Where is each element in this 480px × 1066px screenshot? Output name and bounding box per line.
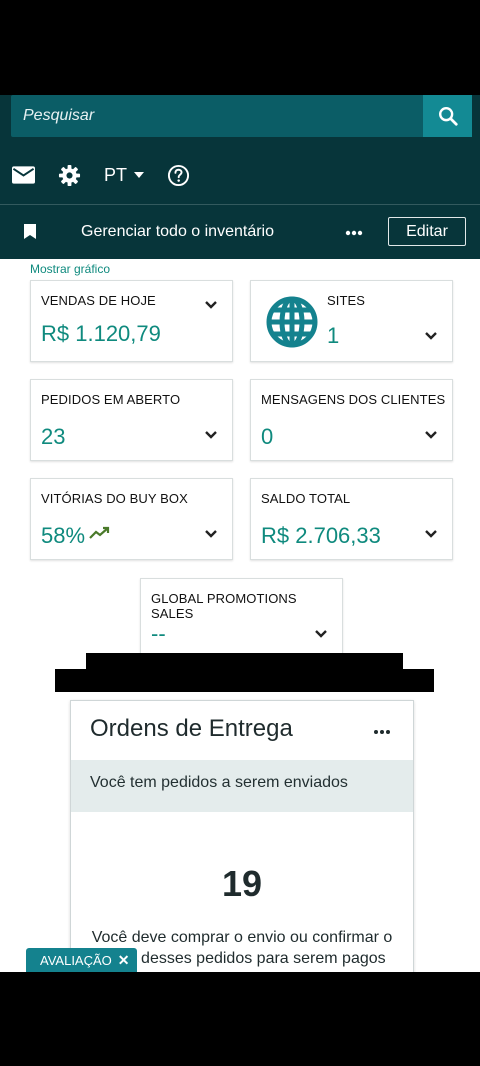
delivery-orders-panel: Ordens de Entrega Você tem pedidos a ser… xyxy=(70,700,414,972)
help-icon xyxy=(167,164,190,186)
chevron-down-icon[interactable] xyxy=(424,331,438,341)
chevron-down-icon[interactable] xyxy=(204,529,218,539)
card-title: MENSAGENS DOS CLIENTES xyxy=(261,392,446,407)
open-orders-card[interactable]: PEDIDOS EM ABERTO 23 xyxy=(30,379,233,461)
notice-text: Você tem pedidos a serem enviados xyxy=(90,774,348,791)
trending-up-icon xyxy=(89,526,110,539)
redaction-bar xyxy=(55,669,434,692)
edit-button[interactable]: Editar xyxy=(388,217,466,246)
customer-messages-card[interactable]: MENSAGENS DOS CLIENTES 0 xyxy=(250,379,453,461)
card-title: PEDIDOS EM ABERTO xyxy=(41,392,181,407)
show-chart-link[interactable]: Mostrar gráfico xyxy=(30,262,110,276)
search-input[interactable] xyxy=(11,95,423,137)
feedback-tab[interactable]: AVALIAÇÃO ✕ xyxy=(26,948,137,972)
card-value: 58% xyxy=(41,523,86,548)
card-value: 0 xyxy=(261,424,274,449)
chevron-down-icon[interactable] xyxy=(204,430,218,440)
card-title: GLOBAL PROMOTIONS SALES xyxy=(151,591,297,621)
search-bar xyxy=(11,95,472,137)
card-value: R$ 2.706,33 xyxy=(261,523,381,548)
help-button[interactable] xyxy=(167,157,190,193)
notice-strip: Você tem pedidos a serem enviados xyxy=(71,760,413,812)
card-title: SITES xyxy=(327,293,366,308)
today-sales-card[interactable]: VENDAS DE HOJE R$ 1.120,79 xyxy=(30,280,233,362)
app-header: PT Gerenciar todo o inventário xyxy=(0,95,480,259)
gear-icon xyxy=(58,164,81,186)
close-icon[interactable]: ✕ xyxy=(118,952,130,968)
sites-card[interactable]: SITES 1 xyxy=(250,280,453,362)
more-options-icon[interactable] xyxy=(372,725,392,739)
total-balance-card[interactable]: SALDO TOTAL R$ 2.706,33 xyxy=(250,478,453,560)
card-value: 1 xyxy=(327,323,340,348)
feedback-label: AVALIAÇÃO xyxy=(40,953,112,968)
chevron-down-icon[interactable] xyxy=(424,529,438,539)
mail-button[interactable] xyxy=(12,157,35,193)
caret-down-icon xyxy=(134,172,145,178)
chevron-down-icon[interactable] xyxy=(204,300,218,310)
mail-icon xyxy=(12,166,35,184)
inventory-bar: Gerenciar todo o inventário Editar xyxy=(0,205,480,259)
language-label: PT xyxy=(104,164,128,185)
app-screen: PT Gerenciar todo o inventário xyxy=(0,95,480,972)
settings-button[interactable] xyxy=(58,157,81,193)
search-button[interactable] xyxy=(423,95,472,137)
more-options-icon[interactable] xyxy=(340,221,370,243)
global-promotions-card[interactable]: GLOBAL PROMOTIONS SALES -- xyxy=(140,578,343,656)
card-title: VITÓRIAS DO BUY BOX xyxy=(41,491,188,506)
bookmark-icon[interactable] xyxy=(24,224,36,239)
card-title: SALDO TOTAL xyxy=(261,491,351,506)
header-toolbar: PT xyxy=(0,157,480,193)
card-value: 23 xyxy=(41,424,66,449)
language-selector[interactable]: PT xyxy=(104,157,145,193)
search-icon xyxy=(438,107,458,126)
globe-icon xyxy=(266,296,318,348)
buy-box-wins-card[interactable]: VITÓRIAS DO BUY BOX 58% xyxy=(30,478,233,560)
chevron-down-icon[interactable] xyxy=(424,430,438,440)
panel-title: Ordens de Entrega xyxy=(90,715,293,742)
card-value: -- xyxy=(151,621,166,646)
card-title: VENDAS DE HOJE xyxy=(41,293,156,308)
chevron-down-icon[interactable] xyxy=(314,629,328,639)
orders-count[interactable]: 19 xyxy=(71,863,413,905)
card-value: R$ 1.120,79 xyxy=(41,321,161,346)
manage-inventory-link[interactable]: Gerenciar todo o inventário xyxy=(81,205,274,259)
